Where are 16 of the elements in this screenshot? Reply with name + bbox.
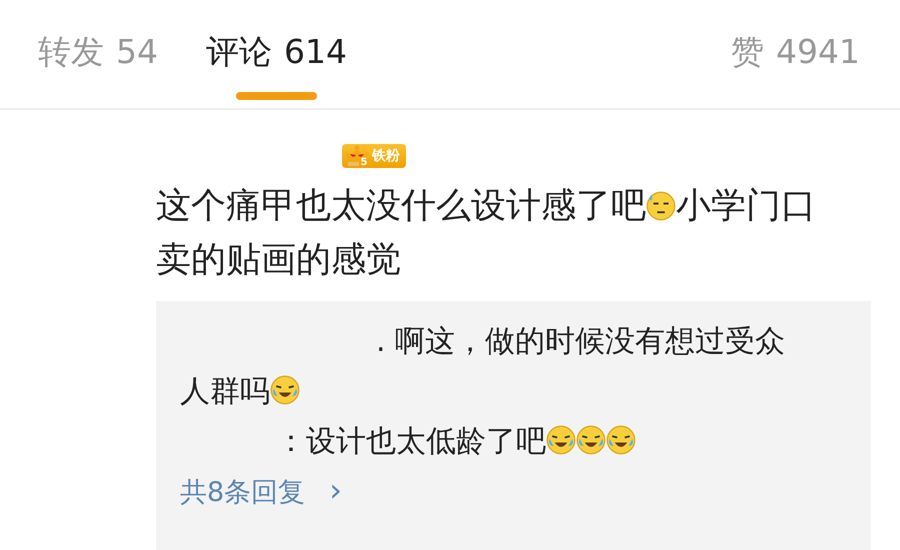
- tab[interactable]: 赞 4941: [731, 30, 860, 108]
- laughing-crying-face-icon: [576, 425, 606, 455]
- more-replies-link[interactable]: 共8条回复 ›: [180, 471, 342, 510]
- reply-text: 人群吗: [180, 374, 270, 409]
- comment-text: 小学门口: [676, 186, 816, 226]
- fan-badge: 5 铁粉: [342, 144, 406, 168]
- laughing-crying-face-icon: [546, 425, 576, 455]
- tab[interactable]: 转发 54: [38, 30, 158, 108]
- laughing-crying-face-icon: [270, 375, 300, 405]
- comment-text: 这个痛甲也太没什么设计感了吧: [156, 186, 646, 226]
- comment-text: 卖的贴画的感觉: [156, 240, 401, 280]
- reply-text: . 啊这，做的时候没有想过受众: [376, 324, 786, 359]
- sweat-face-icon: [646, 191, 676, 221]
- tab[interactable]: 评论 614: [206, 30, 347, 108]
- laughing-crying-face-icon: [606, 425, 636, 455]
- reply-text: ：设计也太低龄了吧: [276, 424, 546, 459]
